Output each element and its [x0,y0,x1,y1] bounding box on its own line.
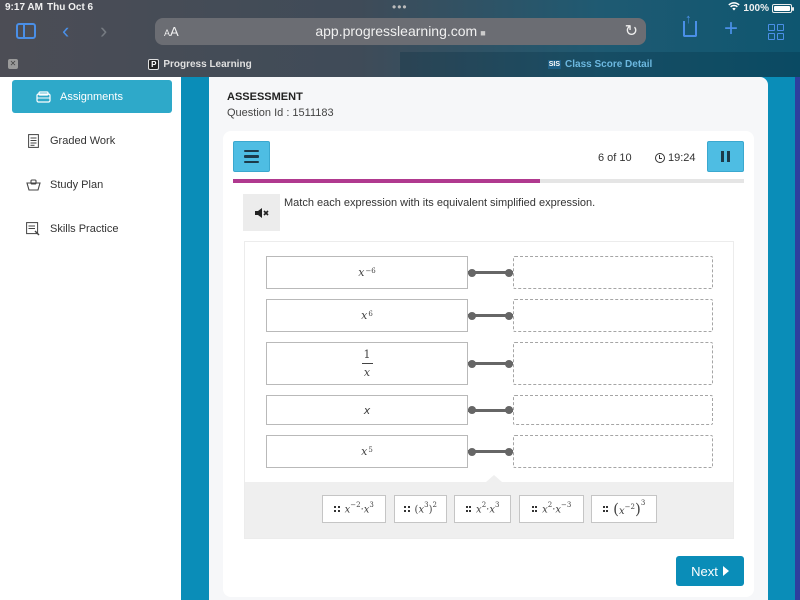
content-background [181,77,209,600]
question-card: 6 of 10 19:24 Match each expression with… [223,131,754,597]
drag-handle-icon[interactable] [465,506,472,512]
sidebar-item-label: Assignments [60,90,123,103]
status-bar: 9:17 AM Thu Oct 6 ••• 100% [0,0,800,16]
drop-zone[interactable] [513,299,713,332]
browser-chrome: 9:17 AM Thu Oct 6 ••• 100% ‹ › AA app.pr… [0,0,800,77]
sidebar-item-study-plan[interactable]: Study Plan [12,168,172,201]
back-button[interactable]: ‹ [62,18,69,44]
url-field[interactable]: app.progresslearning.com ■ [155,23,646,39]
answer-chip[interactable]: x−2·x3 [322,495,386,523]
expression-box: x5 [266,435,468,468]
expression-box: 1 x [266,342,468,385]
tab-progress-learning[interactable]: P Progress Learning [0,52,400,77]
audio-mute-button[interactable] [243,194,280,231]
lock-icon: ■ [480,28,486,38]
tab-overview-icon[interactable] [768,24,784,40]
answer-tray: x−2·x3 (x3)2 x2·x3 x2·x−3 (x−2)3 [245,475,733,538]
wifi-icon [728,2,741,14]
window-edge [795,77,800,600]
answer-chip[interactable]: (x3)2 [394,495,447,523]
next-label: Next [691,563,718,579]
question-menu-button[interactable] [233,141,270,172]
drop-zone[interactable] [513,256,713,289]
expression-box: x6 [266,299,468,332]
drop-zone[interactable] [513,342,713,385]
sidebar-item-label: Graded Work [50,134,116,147]
pause-icon-bar [721,151,724,162]
match-row: x5 [266,435,713,468]
progress-bar [233,179,744,183]
match-row: x [266,395,713,425]
connector-line [468,359,513,368]
timer-value: 19:24 [668,152,696,164]
sis-favicon: SIS [547,60,562,69]
tab-bar: ✕ P Progress Learning SIS Class Score De… [0,52,800,77]
answer-chip[interactable]: x2·x3 [454,495,511,523]
pause-icon-bar [727,151,730,162]
hamburger-icon-line [244,155,259,158]
drag-handle-icon[interactable] [602,506,609,512]
question-counter: 6 of 10 [598,152,632,164]
battery-icon [772,3,794,13]
question-id: Question Id : 1511183 [227,107,334,119]
status-time: 9:17 AM [5,2,43,13]
answer-chip[interactable]: x2·x−3 [519,495,584,523]
new-tab-icon[interactable]: + [724,15,738,43]
match-row: x6 [266,299,713,332]
drag-handle-icon[interactable] [334,506,340,512]
sidebar: Assignments Graded Work Study Plan Skill… [0,77,181,600]
forward-button[interactable]: › [100,18,107,44]
drop-zone[interactable] [513,395,713,425]
reload-icon[interactable]: ↻ [625,21,638,41]
progress-learning-favicon: P [148,59,160,70]
expression-box: x [266,395,468,425]
tab-class-score-detail[interactable]: SIS Class Score Detail [400,52,800,77]
progress-fill [233,179,540,183]
connector-line [468,406,513,414]
hamburger-icon-line [244,149,259,153]
drag-handle-icon[interactable] [404,506,410,512]
sidebar-item-skills-practice[interactable]: Skills Practice [12,212,172,245]
match-row: x −6 [266,256,713,289]
hamburger-icon-line [244,160,259,164]
timer: 19:24 [655,152,696,164]
status-indicators: 100% [728,2,794,14]
speaker-mute-icon [254,207,269,218]
sidebar-item-label: Skills Practice [50,222,119,235]
page-title: ASSESSMENT [227,91,303,103]
sidebar-toggle-icon[interactable] [16,23,36,39]
play-arrow-icon [722,566,729,576]
sidebar-item-graded-work[interactable]: Graded Work [12,124,172,157]
share-icon[interactable] [683,11,697,37]
next-button[interactable]: Next [676,556,744,586]
skills-practice-icon [20,221,46,236]
graded-work-icon [20,133,46,148]
answer-chip[interactable]: (x−2)3 [591,495,657,523]
battery-percent: 100% [743,2,769,14]
connector-line [468,447,513,456]
drop-zone[interactable] [513,435,713,468]
assignments-icon [30,90,56,103]
tab-label: Class Score Detail [565,59,653,70]
sidebar-item-assignments[interactable]: Assignments [12,80,172,113]
pause-button[interactable] [707,141,744,172]
status-date: Thu Oct 6 [47,2,94,13]
expression-box: x −6 [266,256,468,289]
question-prompt: Match each expression with its equivalen… [284,197,596,209]
connector-line [468,311,513,320]
sidebar-item-label: Study Plan [50,178,104,191]
url-text: app.progresslearning.com [315,23,478,39]
study-plan-icon [20,178,46,191]
match-row: 1 x [266,342,713,385]
assessment-panel: ASSESSMENT Question Id : 1511183 6 of 10… [209,77,768,600]
clock-icon [655,153,665,163]
fraction: 1 x [361,348,373,379]
tab-label: Progress Learning [163,59,252,70]
address-bar[interactable]: AA app.progresslearning.com ■ ↻ [155,18,646,45]
drag-handle-icon[interactable] [531,506,538,512]
multitasking-dots[interactable]: ••• [392,0,408,14]
matching-area: x −6 x6 1 x x x 5 x−2·x3 (x3)2 x2·x3 x2·… [244,241,734,539]
connector-line [468,268,513,277]
